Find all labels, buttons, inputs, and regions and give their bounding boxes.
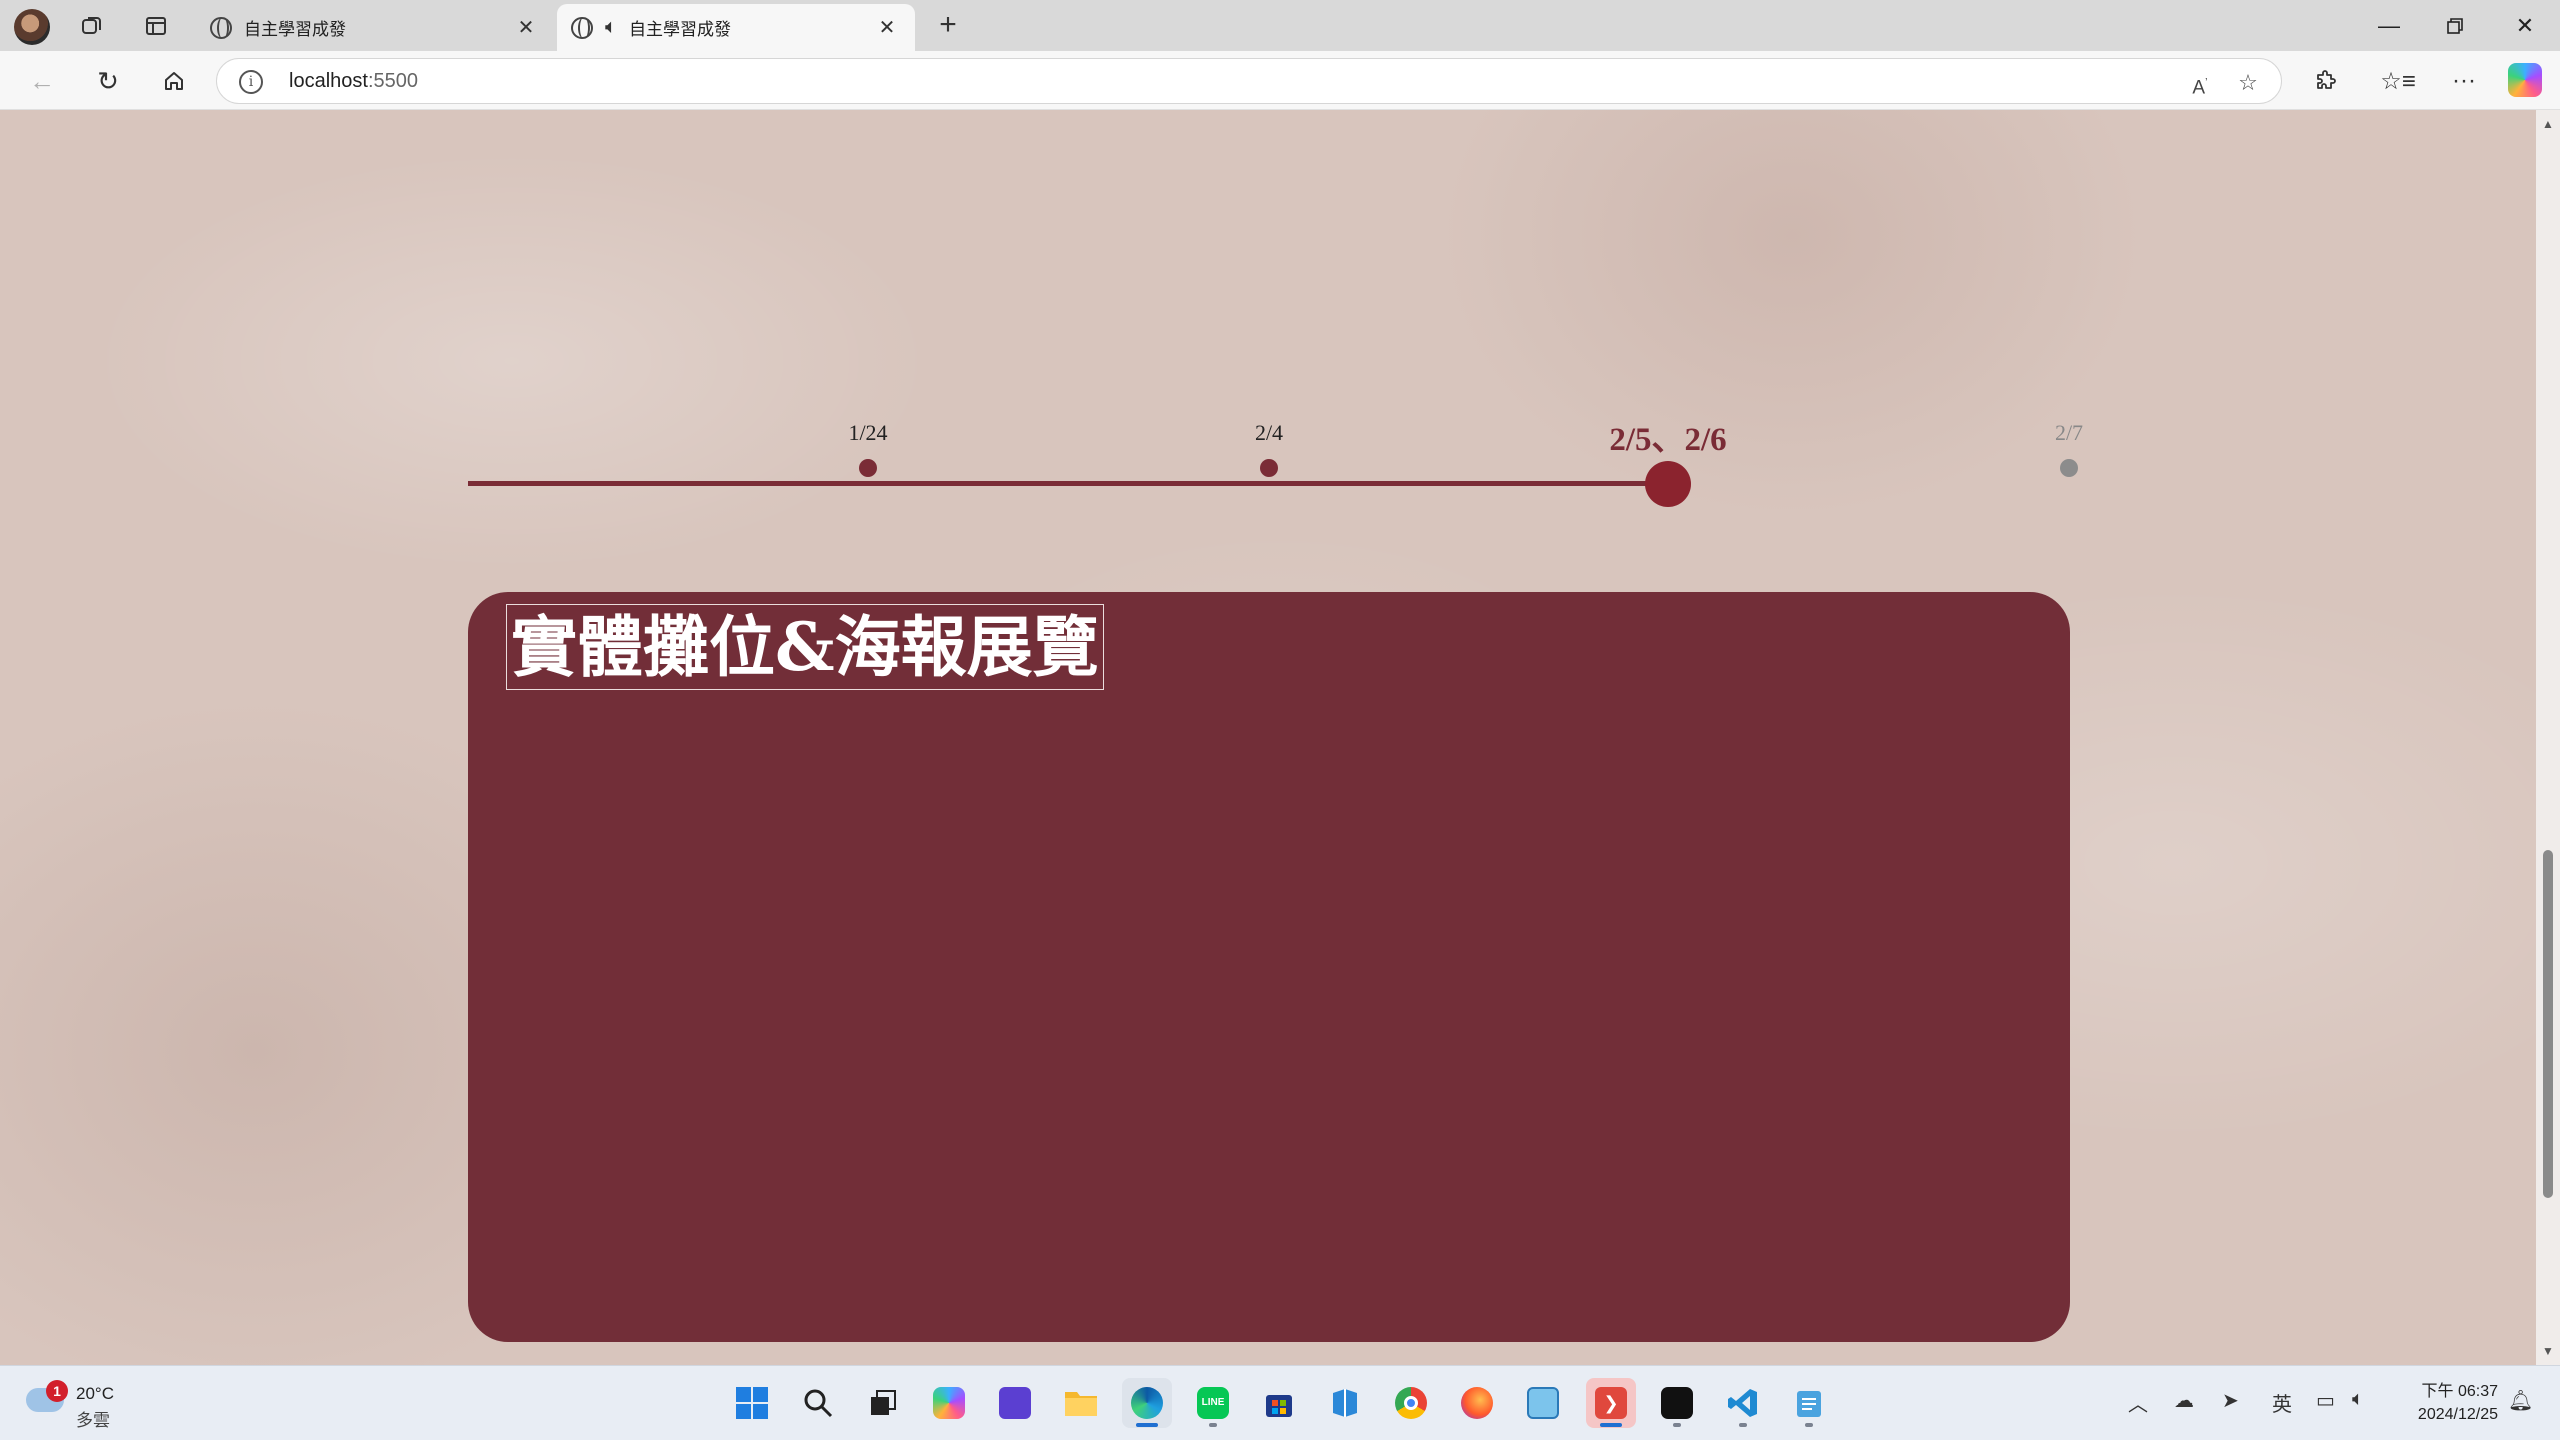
page-scrollbar[interactable]: ▲ ▼ xyxy=(2536,110,2560,1365)
browser-toolbar: ← ↻ i localhost:5500 Aʼ ☆ ☆≡ ··· xyxy=(0,51,2560,110)
weather-widget[interactable]: 1 20°C 多雲 xyxy=(26,1380,186,1430)
timeline-label: 2/7 xyxy=(2054,420,2084,445)
reload-icon[interactable]: ↻ xyxy=(88,61,128,101)
vscode-icon[interactable] xyxy=(1718,1378,1768,1428)
tab-active[interactable]: 🔈︎ 自主學習成發 ✕ xyxy=(557,4,915,51)
volume-icon[interactable]: 🔈︎ xyxy=(2352,1388,2364,1411)
url-port: :5500 xyxy=(367,70,418,92)
input-method-indicator[interactable]: 英 xyxy=(2272,1388,2292,1417)
copilot-icon[interactable] xyxy=(2508,63,2542,97)
timeline-label: 1/24 xyxy=(848,420,888,445)
event-card: 實體攤位&海報展覽 xyxy=(468,592,2070,1342)
visual-studio-icon[interactable] xyxy=(990,1378,1040,1428)
windows-taskbar: 1 20°C 多雲 LINE ❯ ︿ ☁︎ ➤ 英 ▭ 🔈︎ 下午 06:37 … xyxy=(0,1365,2560,1440)
location-arrow-icon[interactable]: ➤ xyxy=(2222,1388,2239,1413)
close-window-button[interactable]: ✕ xyxy=(2490,0,2560,51)
extensions-icon[interactable] xyxy=(2306,61,2346,101)
line-app-icon[interactable]: LINE xyxy=(1188,1378,1238,1428)
file-explorer-icon[interactable] xyxy=(1056,1378,1106,1428)
new-tab-button[interactable]: + xyxy=(930,8,966,44)
network-icon[interactable]: ▭ xyxy=(2316,1388,2335,1413)
timeline-progress-line xyxy=(468,481,1668,486)
profile-avatar[interactable] xyxy=(14,9,50,45)
favorites-icon[interactable]: ☆≡ xyxy=(2378,61,2418,101)
clock-date: 2024/12/25 xyxy=(2417,1406,2498,1423)
close-tab-icon[interactable]: ✕ xyxy=(873,15,901,40)
read-aloud-icon[interactable]: Aʼ xyxy=(2185,68,2215,98)
address-url[interactable]: localhost:5500 xyxy=(289,70,418,93)
vertical-tabs-icon[interactable] xyxy=(136,8,176,44)
copilot-app-icon[interactable] xyxy=(924,1378,974,1428)
back-arrow-icon[interactable]: ← xyxy=(22,61,62,101)
browser-titlebar: 自主學習成發 ✕ 🔈︎ 自主學習成發 ✕ + — ✕ xyxy=(0,0,2560,51)
microsoft-store-icon[interactable] xyxy=(1254,1378,1304,1428)
globe-icon xyxy=(571,16,593,39)
presentation-app-icon[interactable]: ❯ xyxy=(1586,1378,1636,1428)
notepad-icon[interactable] xyxy=(1784,1378,1834,1428)
chrome-icon[interactable] xyxy=(1386,1378,1436,1428)
tab-title: 自主學習成發 xyxy=(629,20,731,39)
restore-button[interactable] xyxy=(2420,0,2490,51)
timeline-dot-current[interactable] xyxy=(1645,461,1691,507)
weather-condition: 多雲 xyxy=(76,1411,110,1430)
address-bar[interactable]: i localhost:5500 Aʼ ☆ xyxy=(216,58,2282,104)
event-card-title: 實體攤位&海報展覽 xyxy=(506,604,1104,690)
timeline-dot[interactable] xyxy=(859,459,877,477)
tray-overflow-chevron-icon[interactable]: ︿ xyxy=(2128,1388,2148,1417)
timeline-label-current: 2/5、2/6 xyxy=(1609,422,1727,458)
home-icon[interactable] xyxy=(154,61,194,101)
close-tab-icon[interactable]: ✕ xyxy=(512,15,540,40)
timeline-dot[interactable] xyxy=(2060,459,2078,477)
weather-temperature: 20°C xyxy=(76,1384,114,1403)
tab-title: 自主學習成發 xyxy=(244,20,346,39)
system-clock[interactable]: 下午 06:37 2024/12/25 xyxy=(2398,1380,2498,1426)
page-viewport: 1/24 2/4 2/5、2/6 2/7 實體攤位&海報展覽 ▲ ▼ xyxy=(0,110,2560,1365)
url-host: localhost xyxy=(289,70,368,92)
workspaces-icon[interactable] xyxy=(72,8,112,44)
notification-badge: 1 xyxy=(46,1380,68,1402)
timeline-dot[interactable] xyxy=(1260,459,1278,477)
edge-browser-icon[interactable] xyxy=(1122,1378,1172,1428)
capcut-icon[interactable] xyxy=(1652,1378,1702,1428)
onedrive-cloud-icon[interactable]: ☁︎ xyxy=(2174,1388,2194,1413)
translator-app-icon[interactable] xyxy=(1518,1378,1568,1428)
site-info-icon[interactable]: i xyxy=(239,70,263,94)
notification-bell-icon[interactable]: 🔔︎ xyxy=(2508,1388,2533,1413)
minimize-button[interactable]: — xyxy=(2354,0,2424,51)
search-icon[interactable] xyxy=(793,1378,843,1428)
firefox-icon[interactable] xyxy=(1452,1378,1502,1428)
clock-time: 下午 06:37 xyxy=(2421,1383,2499,1400)
favorite-star-icon[interactable]: ☆ xyxy=(2233,68,2263,98)
start-windows-icon[interactable] xyxy=(727,1378,777,1428)
timeline-label: 2/4 xyxy=(1254,420,1284,445)
task-view-icon[interactable] xyxy=(858,1378,908,1428)
azure-data-studio-icon[interactable] xyxy=(1320,1378,1370,1428)
scroll-up-arrow-icon[interactable]: ▲ xyxy=(2540,116,2556,132)
tab-inactive[interactable]: 自主學習成發 ✕ xyxy=(196,4,554,51)
globe-icon xyxy=(210,16,232,39)
scroll-down-arrow-icon[interactable]: ▼ xyxy=(2540,1343,2556,1359)
more-menu-icon[interactable]: ··· xyxy=(2444,61,2484,101)
scroll-thumb[interactable] xyxy=(2543,850,2553,1198)
speaker-icon[interactable]: 🔈︎ xyxy=(605,16,617,39)
